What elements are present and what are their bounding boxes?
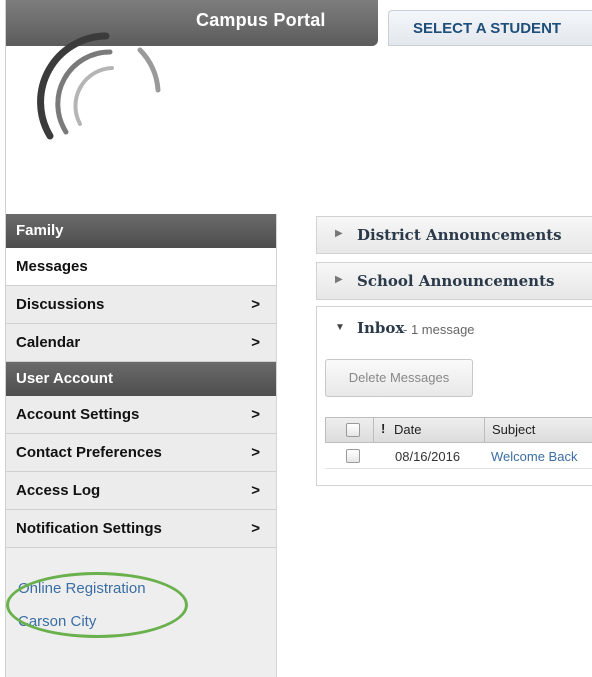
highlight-circle bbox=[6, 572, 188, 638]
sidebar-item-label: Access Log bbox=[16, 482, 101, 499]
sidebar-item-account-settings[interactable]: Account Settings > bbox=[6, 396, 276, 434]
subject-column-header[interactable]: Subject bbox=[492, 422, 535, 437]
panel-title: School Announcements bbox=[357, 272, 555, 290]
inbox-title: Inbox bbox=[357, 319, 405, 337]
select-student-tab[interactable]: SELECT A STUDENT bbox=[388, 10, 592, 46]
campus-logo-icon bbox=[37, 32, 161, 140]
column-divider bbox=[484, 418, 485, 442]
row-checkbox[interactable] bbox=[346, 449, 360, 463]
district-announcements-panel[interactable]: ▶ District Announcements bbox=[316, 216, 592, 254]
inbox-panel: ▼ Inbox - 1 message Delete Messages ! Da… bbox=[316, 306, 592, 486]
chevron-right-icon: > bbox=[251, 444, 260, 461]
select-all-checkbox[interactable] bbox=[346, 423, 360, 437]
school-announcements-panel[interactable]: ▶ School Announcements bbox=[316, 262, 592, 300]
chevron-right-icon: > bbox=[251, 406, 260, 423]
sidebar-item-messages[interactable]: Messages bbox=[6, 248, 276, 286]
sidebar-header-user-account: User Account bbox=[6, 362, 276, 396]
portal-window: Campus Portal SELECT A STUDENT Family Me… bbox=[0, 0, 592, 677]
panel-title: District Announcements bbox=[357, 226, 562, 244]
sidebar-item-label: Account Settings bbox=[16, 406, 140, 423]
chevron-right-icon: > bbox=[251, 482, 260, 499]
date-column-header[interactable]: Date bbox=[394, 422, 421, 437]
sidebar-item-label: Notification Settings bbox=[16, 520, 162, 537]
sidebar-item-contact-preferences[interactable]: Contact Preferences > bbox=[6, 434, 276, 472]
chevron-right-icon: > bbox=[251, 334, 260, 351]
sidebar-header-family: Family bbox=[6, 214, 276, 248]
message-subject-link[interactable]: Welcome Back bbox=[491, 449, 577, 464]
select-student-label[interactable]: SELECT A STUDENT bbox=[413, 20, 561, 37]
messages-table: ! Date Subject 08/16/2016 Welcome Back bbox=[325, 417, 592, 469]
flag-column-header[interactable]: ! bbox=[381, 421, 385, 436]
inbox-message-count: - 1 message bbox=[403, 322, 475, 337]
portal-title: Campus Portal bbox=[196, 10, 326, 30]
chevron-right-icon: > bbox=[251, 520, 260, 537]
table-row[interactable]: 08/16/2016 Welcome Back bbox=[325, 443, 592, 469]
sidebar-item-access-log[interactable]: Access Log > bbox=[6, 472, 276, 510]
expand-arrow-icon: ▶ bbox=[335, 228, 343, 239]
sidebar-item-notification-settings[interactable]: Notification Settings > bbox=[6, 510, 276, 548]
sidebar-item-label: Messages bbox=[16, 258, 88, 275]
sidebar-item-label: Contact Preferences bbox=[16, 444, 162, 461]
sidebar-item-label: Calendar bbox=[16, 334, 81, 351]
table-header: ! Date Subject bbox=[325, 417, 592, 443]
collapse-arrow-icon[interactable]: ▼ bbox=[335, 322, 345, 333]
chevron-right-icon: > bbox=[251, 296, 260, 313]
delete-messages-button[interactable]: Delete Messages bbox=[325, 359, 473, 397]
message-date: 08/16/2016 bbox=[395, 449, 461, 464]
expand-arrow-icon: ▶ bbox=[335, 274, 343, 285]
column-divider bbox=[373, 418, 374, 442]
sidebar-item-discussions[interactable]: Discussions > bbox=[6, 286, 276, 324]
sidebar-item-label: Discussions bbox=[16, 296, 105, 313]
sidebar-item-calendar[interactable]: Calendar > bbox=[6, 324, 276, 362]
